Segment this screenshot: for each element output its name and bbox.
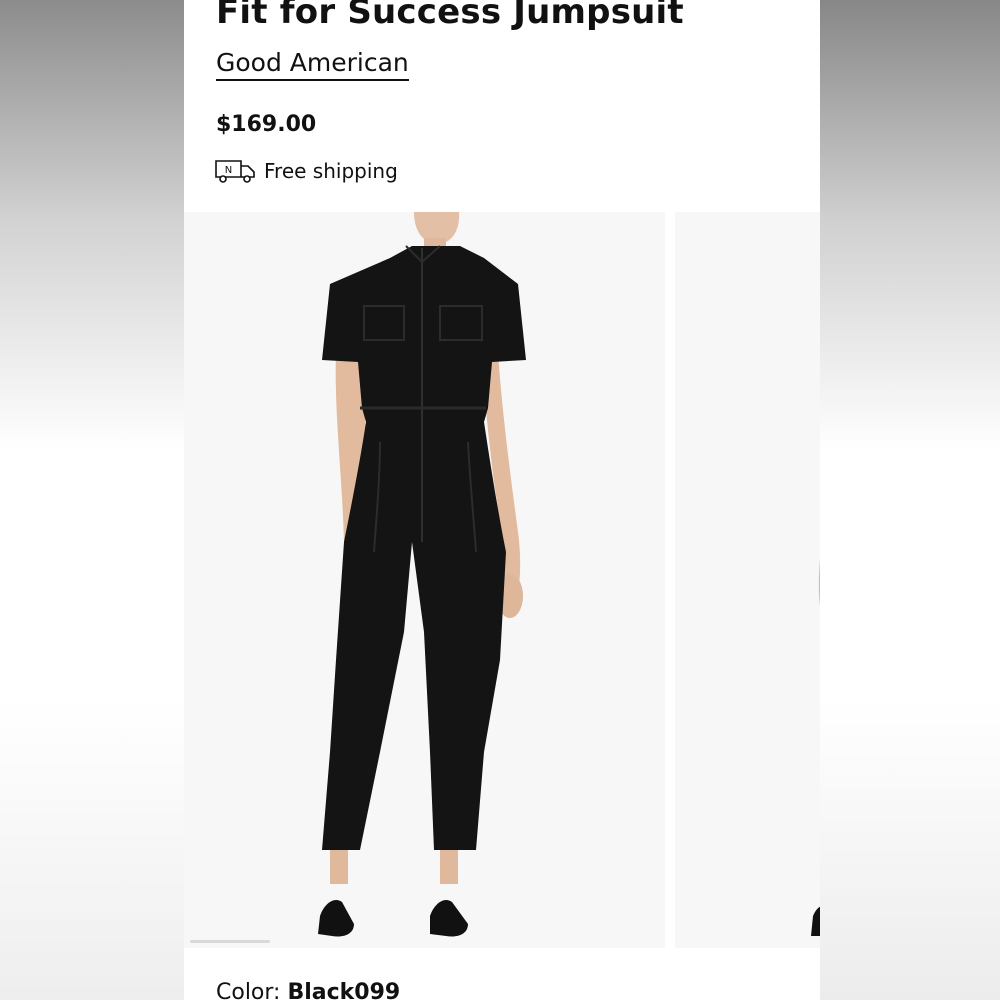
color-selector-label: Color: Black099 <box>216 980 400 1000</box>
blurred-background-left <box>0 0 184 1000</box>
color-value: Black099 <box>287 980 401 1000</box>
brand-link[interactable]: Good American <box>216 48 409 81</box>
truck-letter: N <box>225 165 232 176</box>
gallery-scroll-indicator <box>190 940 270 943</box>
model-illustration <box>318 212 526 937</box>
blurred-background-right <box>820 0 1000 1000</box>
delivery-truck-icon: N <box>215 160 255 183</box>
image-gallery[interactable] <box>184 212 820 948</box>
product-price: $169.00 <box>216 112 317 137</box>
model-illustration-partial <box>811 559 820 936</box>
product-image-next[interactable] <box>675 212 820 948</box>
shipping-label: Free shipping <box>264 159 398 183</box>
shipping-info: N Free shipping <box>214 158 398 184</box>
product-screen: Fit for Success Jumpsuit Good American $… <box>184 0 820 1000</box>
product-title: Fit for Success Jumpsuit <box>216 0 684 32</box>
color-label: Color: <box>216 980 281 1000</box>
product-image-main[interactable] <box>184 212 665 948</box>
